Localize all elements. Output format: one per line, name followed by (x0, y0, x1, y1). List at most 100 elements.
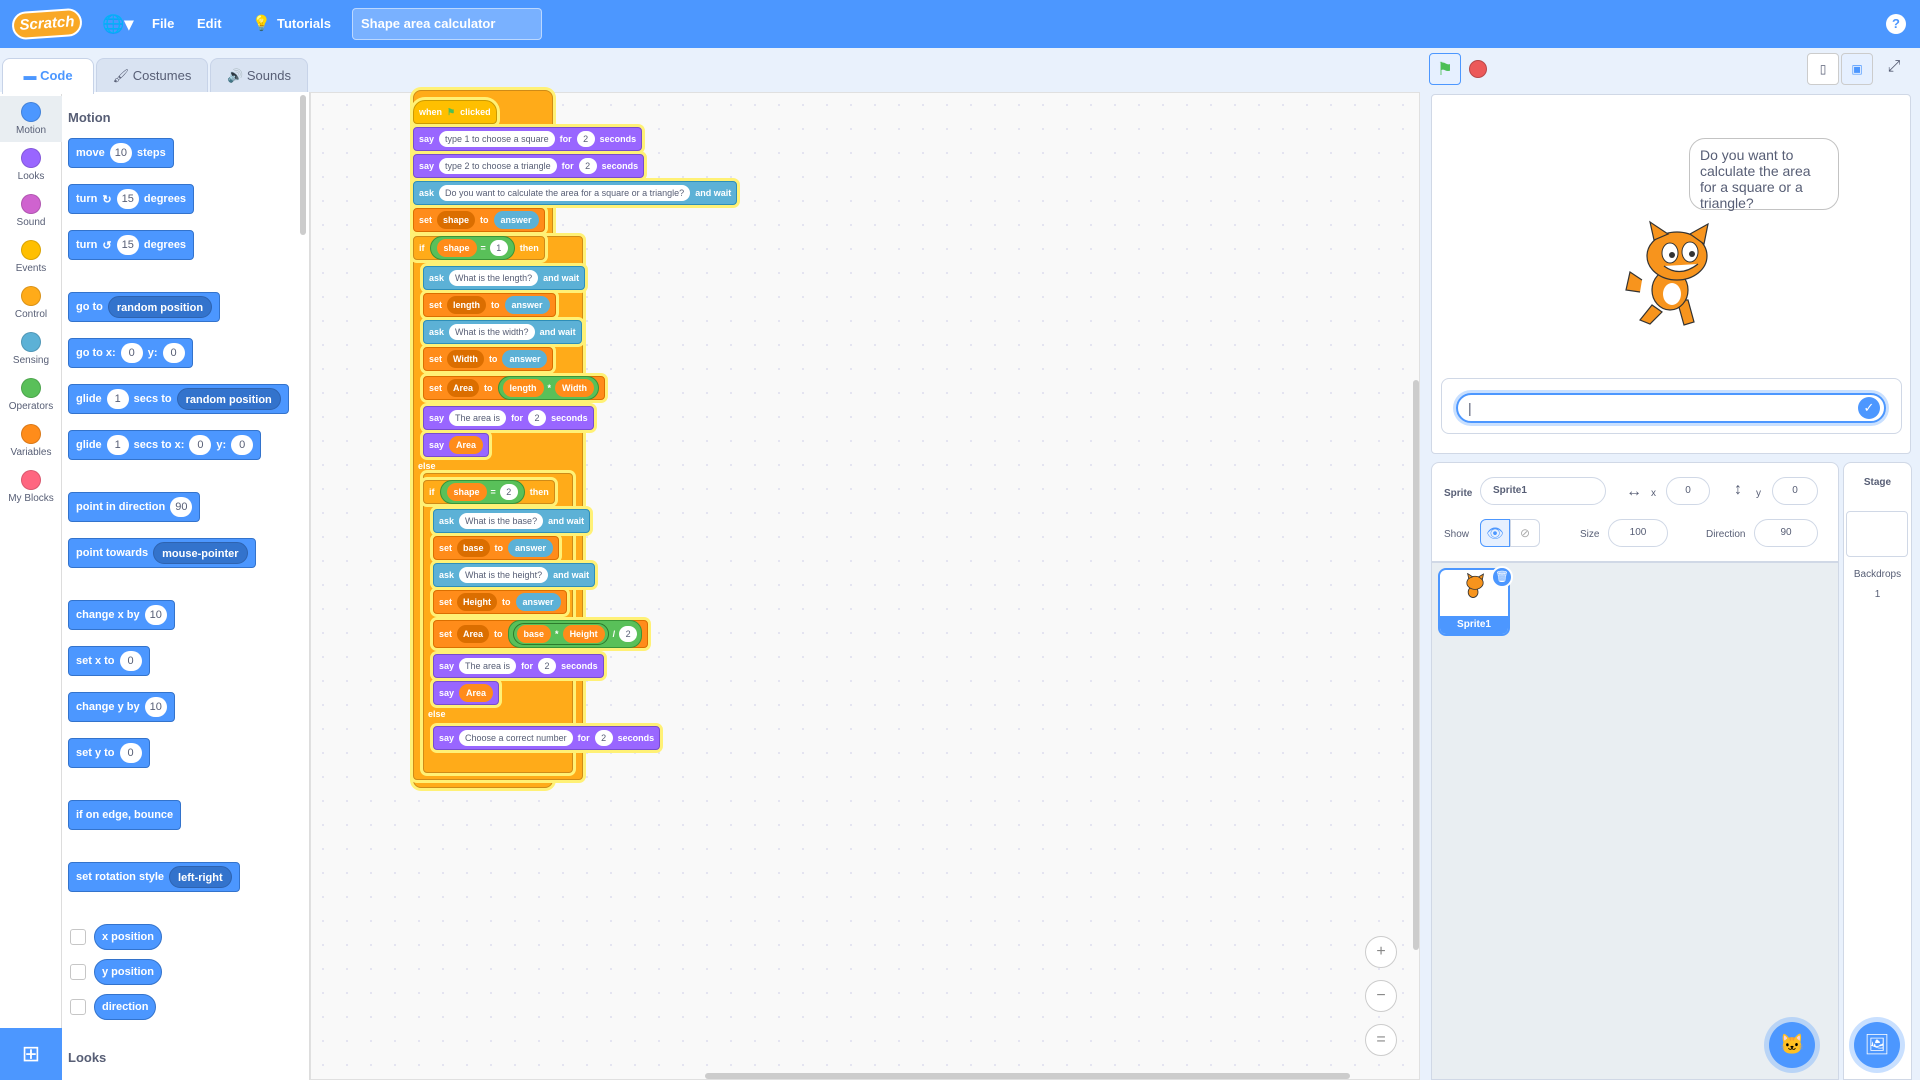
zoom-reset-icon: = (1376, 1031, 1386, 1048)
block-ask-and-wait[interactable]: ask What is the height? and wait (433, 563, 596, 587)
block-set-variable[interactable]: set length to answer (423, 293, 556, 317)
zoom-out-button[interactable]: − (1365, 980, 1397, 1012)
block-turn-right[interactable]: turn ↻ 15 degrees (68, 184, 195, 214)
lightbulb-icon: 💡 (252, 15, 271, 32)
delete-sprite-icon[interactable]: 🗑 (1491, 566, 1513, 588)
block-change-x[interactable]: change x by 10 (68, 600, 175, 630)
block-change-y[interactable]: change y by 10 (68, 692, 175, 722)
small-stage-button[interactable]: ▯ (1807, 53, 1839, 85)
workspace-horizontal-scrollbar[interactable] (705, 1073, 1350, 1079)
sprite-name-input[interactable]: Sprite1 (1480, 477, 1606, 505)
add-sprite-button[interactable]: 🐱 (1769, 1022, 1815, 1068)
x-input[interactable]: 0 (1666, 477, 1710, 505)
category-sensing[interactable]: Sensing (0, 326, 62, 372)
block-glide-to[interactable]: glide 1 secs to random position (68, 384, 289, 414)
block-if-shape-2[interactable]: if shape = 2 then (423, 480, 555, 504)
vertical-arrows-icon: ↕ (1734, 481, 1742, 498)
show-visible-eye-icon[interactable]: 👁 (1480, 519, 1510, 547)
block-point-direction[interactable]: point in direction 90 (68, 492, 201, 522)
tab-costumes[interactable]: 🖌 Costumes (96, 58, 208, 92)
category-operators[interactable]: Operators (0, 372, 62, 418)
block-bounce[interactable]: if on edge, bounce (68, 800, 182, 830)
block-set-y[interactable]: set y to 0 (68, 738, 150, 768)
block-go-to-xy[interactable]: go to x: 0 y: 0 (68, 338, 193, 368)
cat-sprite[interactable] (1622, 220, 1732, 330)
direction-input[interactable]: 90 (1754, 519, 1818, 547)
category-variables[interactable]: Variables (0, 418, 62, 464)
stage-panel-title: Stage (1863, 477, 1892, 488)
block-say[interactable]: say Area (433, 681, 500, 705)
block-point-towards[interactable]: point towards mouse-pointer (68, 538, 256, 568)
sprite-thumbnail (1466, 573, 1485, 598)
palette-scrollbar[interactable] (300, 95, 306, 235)
tab-sounds[interactable]: 🔊 Sounds (210, 58, 308, 92)
category-looks[interactable]: Looks (0, 142, 62, 188)
submit-check-icon[interactable]: ✓ (1858, 397, 1880, 419)
stop-button[interactable] (1469, 60, 1487, 78)
block-set-variable[interactable]: set Height to answer (433, 590, 567, 614)
block-say-for[interactable]: say Choose a correct number for 2 seconds (433, 726, 661, 750)
block-glide-xy[interactable]: glide 1 secs to x: 0 y: 0 (68, 430, 262, 460)
palette-heading-motion: Motion (68, 110, 111, 125)
ask-prompt: | ✓ (1441, 378, 1902, 434)
add-backdrop-button[interactable]: 🖼 (1854, 1022, 1900, 1068)
block-set-variable[interactable]: set shape to answer (413, 208, 545, 232)
size-input[interactable]: 100 (1608, 519, 1668, 547)
else-label: else (418, 461, 436, 471)
sensing-dot-icon (21, 332, 41, 352)
block-ask-and-wait[interactable]: ask What is the length? and wait (423, 266, 586, 290)
zoom-reset-button[interactable]: = (1365, 1024, 1397, 1056)
variables-dot-icon (21, 424, 41, 444)
globe-icon[interactable]: 🌐▾ (102, 0, 136, 48)
category-events[interactable]: Events (0, 234, 62, 280)
my-blocks-dot-icon (21, 470, 41, 490)
y-input[interactable]: 0 (1772, 477, 1818, 505)
edit-menu[interactable]: Edit (197, 0, 222, 48)
block-ask-and-wait[interactable]: ask What is the base? and wait (433, 509, 591, 533)
normal-stage-button[interactable]: ▣ (1841, 53, 1873, 85)
block-go-to[interactable]: go to random position (68, 292, 221, 322)
block-turn-left[interactable]: turn ↺ 15 degrees (68, 230, 195, 260)
block-ask-and-wait[interactable]: ask Do you want to calculate the area for… (413, 181, 738, 205)
green-flag-button[interactable]: ⚑ (1429, 53, 1461, 85)
block-ask-and-wait[interactable]: ask What is the width? and wait (423, 320, 582, 344)
block-set-area-divide[interactable]: set Area to base * Height/2 (433, 620, 649, 648)
fullscreen-icon[interactable]: ⤢ (1879, 58, 1909, 82)
speech-bubble: Do you want to calculate the area for a … (1689, 138, 1839, 211)
block-rotation-style[interactable]: set rotation style left-right (68, 862, 240, 892)
scratch-logo[interactable]: Scratch (11, 7, 83, 41)
block-say-for[interactable]: say The area is for 2 seconds (423, 406, 594, 430)
direction-checkbox[interactable] (70, 999, 86, 1015)
category-control[interactable]: Control (0, 280, 62, 326)
block-set-x[interactable]: set x to 0 (68, 646, 150, 676)
workspace-vertical-scrollbar[interactable] (1413, 380, 1419, 950)
file-menu[interactable]: File (152, 0, 174, 48)
block-direction[interactable]: direction (94, 994, 157, 1020)
show-hidden-eye-icon[interactable]: ⊘ (1510, 519, 1540, 547)
block-say[interactable]: say Area (423, 433, 490, 457)
block-if-shape-1[interactable]: if shape = 1 then (413, 236, 545, 260)
block-set-area-multiply[interactable]: set Area to length * Width (423, 376, 605, 400)
category-motion[interactable]: Motion (0, 96, 62, 142)
help-icon[interactable]: ? (1886, 14, 1906, 34)
block-say-for[interactable]: say type 1 to choose a square for 2 seconds (413, 127, 643, 151)
add-extension-button[interactable]: ⊞ (0, 1028, 62, 1080)
tab-code[interactable]: ▬ Code (2, 58, 94, 94)
block-set-variable[interactable]: set base to answer (433, 536, 560, 560)
block-say-for[interactable]: say The area is for 2 seconds (433, 654, 604, 678)
project-title-input[interactable]: Shape area calculator (352, 8, 542, 40)
answer-input[interactable]: | ✓ (1456, 393, 1886, 423)
zoom-in-button[interactable]: + (1365, 936, 1397, 968)
block-y-position[interactable]: y position (94, 959, 162, 985)
block-move[interactable]: move 10 steps (68, 138, 174, 168)
y-position-checkbox[interactable] (70, 964, 86, 980)
tutorials-menu[interactable]: Tutorials (277, 0, 331, 48)
block-say-for[interactable]: say type 2 to choose a triangle for 2 second… (413, 154, 645, 178)
block-x-position[interactable]: x position (94, 924, 162, 950)
stage-selector[interactable]: Stage Backdrops 1 (1843, 462, 1912, 1080)
category-sound[interactable]: Sound (0, 188, 62, 234)
category-my-blocks[interactable]: My Blocks (0, 464, 62, 510)
block-when-flag-clicked[interactable]: when ⚑ clicked (413, 100, 497, 124)
block-set-variable[interactable]: set Width to answer (423, 347, 554, 371)
x-position-checkbox[interactable] (70, 929, 86, 945)
